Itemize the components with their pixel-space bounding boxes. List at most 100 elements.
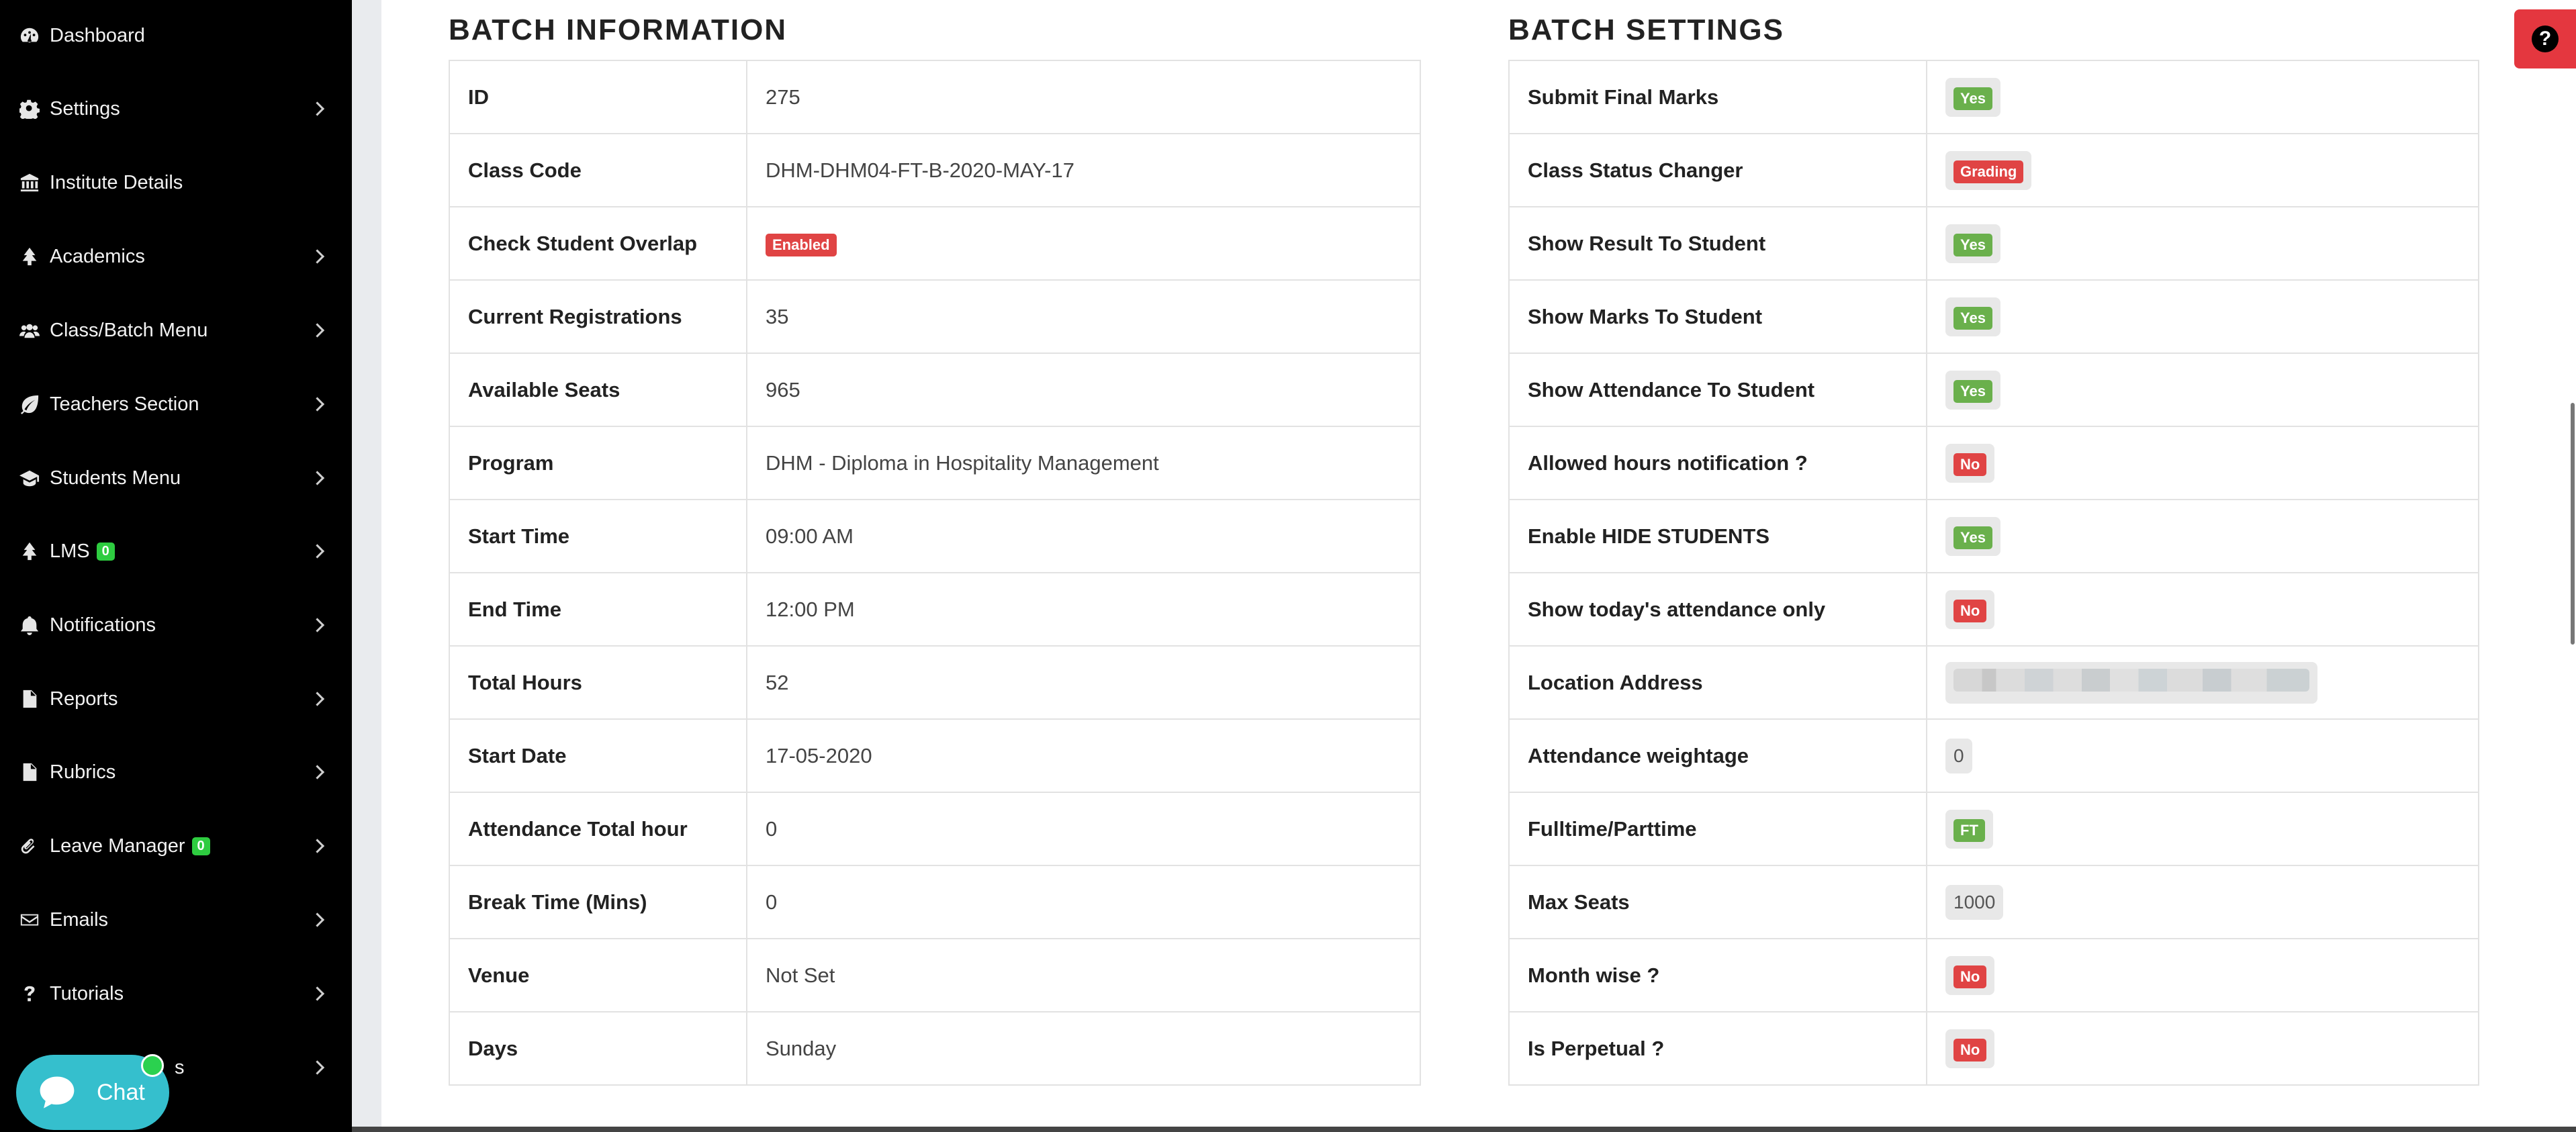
value-pill: 0 [1945,738,1972,773]
table-row: Allowed hours notification ? No [1508,426,2479,500]
bell-icon [19,614,40,636]
sidebar-item-tutorials[interactable]: Tutorials [0,957,352,1031]
row-value-cell: No [1926,938,2479,1012]
chevron-right-icon [310,471,325,485]
table-row: Enable HIDE STUDENTS Yes [1508,499,2479,573]
sidebar-item-class-batch-menu[interactable]: Class/Batch Menu [0,293,352,367]
bottom-scrollbar[interactable] [352,1127,2576,1132]
row-value-cell: 965 [746,352,1421,427]
row-value-cell: 35 [746,279,1421,354]
sidebar-item-label: Settings [50,97,120,120]
sidebar-item-emails[interactable]: Emails [0,883,352,957]
row-value-cell: Yes [1926,279,2479,354]
status-badge: Yes [1953,87,1992,110]
row-label: Enable HIDE STUDENTS [1508,499,1927,573]
sidebar-item-label: Leave Manager [50,835,185,857]
sidebar-item-rubrics[interactable]: Rubrics [0,735,352,809]
table-row: Submit Final Marks Yes [1508,60,2479,134]
sidebar: Dashboard Settings Institute Details Academ… [0,0,352,1132]
batch-settings-title: BATCH SETTINGS [1508,13,1784,46]
institution-icon [19,172,40,193]
chevron-right-icon [310,101,325,116]
row-value: 52 [766,670,789,694]
sidebar-item-label: Notifications [50,614,156,636]
table-row: Total Hours 52 [449,645,1421,720]
chat-bubble-icon [40,1076,75,1109]
chevron-right-icon [310,397,325,412]
row-label: ID [449,60,747,134]
help-button[interactable]: ? [2514,9,2576,68]
row-value-cell: Enabled [746,206,1421,281]
scrollbar-thumb[interactable] [2571,403,2575,645]
row-value-cell: Not Set [746,938,1421,1012]
row-label: Show today's attendance only [1508,572,1927,647]
row-value: 09:00 AM [766,524,854,548]
badge-wrapper: Yes [1945,224,2000,263]
tree-icon [19,540,40,562]
row-value-cell: Yes [1926,60,2479,134]
row-label: Start Date [449,718,747,793]
row-label: Current Registrations [449,279,747,354]
tree-icon [19,246,40,267]
main-content: BATCH INFORMATION ID 275 Class Code DHM-DHM… [381,0,2576,1128]
row-label: Is Perpetual ? [1508,1011,1927,1086]
row-value-cell: 12:00 PM [746,572,1421,647]
sidebar-item-teachers-section[interactable]: Teachers Section [0,367,352,441]
row-value-cell: Sunday [746,1011,1421,1086]
row-label: Program [449,426,747,500]
badge-wrapper: Yes [1945,370,2000,410]
sidebar-item-institute-details[interactable]: Institute Details [0,146,352,220]
table-row: Show today's attendance only No [1508,572,2479,647]
table-row: Class Code DHM-DHM04-FT-B-2020-MAY-17 [449,133,1421,207]
sidebar-item-dashboard[interactable]: Dashboard [0,0,352,73]
question-icon: ? [2532,26,2559,52]
sidebar-item-students-menu[interactable]: Students Menu [0,441,352,515]
row-value-cell: 1000 [1926,865,2479,939]
sidebar-item-leave-manager[interactable]: Leave Manager 0 [0,809,352,883]
row-label: Class Code [449,133,747,207]
sidebar-item-label: Reports [50,688,118,710]
row-value-cell: 09:00 AM [746,499,1421,573]
sidebar-item-notifications[interactable]: Notifications [0,588,352,662]
row-value-cell: 0 [746,865,1421,939]
sidebar-item-lms[interactable]: LMS 0 [0,514,352,588]
row-label: Attendance Total hour [449,792,747,866]
chevron-right-icon [310,323,325,338]
row-value-cell: DHM - Diploma in Hospitality Management [746,426,1421,500]
badge-wrapper: Yes [1945,77,2000,117]
chevron-right-icon [310,618,325,632]
row-label: Show Attendance To Student [1508,352,1927,427]
row-label: Show Marks To Student [1508,279,1927,354]
status-badge: Yes [1953,526,1992,549]
row-value-cell [1926,645,2479,720]
chevron-right-icon [310,986,325,1001]
file-icon [19,761,40,783]
batch-information-title: BATCH INFORMATION [449,13,788,46]
gear-icon [19,98,40,120]
row-label: Max Seats [1508,865,1927,939]
row-value-cell: 0 [1926,718,2479,793]
row-value-cell: 52 [746,645,1421,720]
row-label: Venue [449,938,747,1012]
table-row: Program DHM - Diploma in Hospitality Mana… [449,426,1421,500]
table-row: Available Seats 965 [449,352,1421,427]
status-badge: No [1953,453,1987,476]
row-value-cell: Yes [1926,499,2479,573]
sidebar-item-reports[interactable]: Reports [0,662,352,736]
chevron-right-icon [310,839,325,853]
row-value-cell: Yes [1926,206,2479,281]
row-value-cell: Grading [1926,133,2479,207]
sidebar-item-academics[interactable]: Academics [0,220,352,293]
row-label: Check Student Overlap [449,206,747,281]
sidebar-item-settings[interactable]: Settings [0,72,352,146]
row-value-cell: FT [1926,792,2479,866]
row-value: DHM-DHM04-FT-B-2020-MAY-17 [766,158,1074,182]
row-label: Total Hours [449,645,747,720]
badge-wrapper: No [1945,1029,1995,1068]
row-value: 275 [766,85,800,109]
chevron-right-icon [310,765,325,780]
row-value-cell: 275 [746,60,1421,134]
badge-wrapper: Enabled [766,231,837,256]
row-value: 0 [766,890,778,914]
table-row: Is Perpetual ? No [1508,1011,2479,1086]
